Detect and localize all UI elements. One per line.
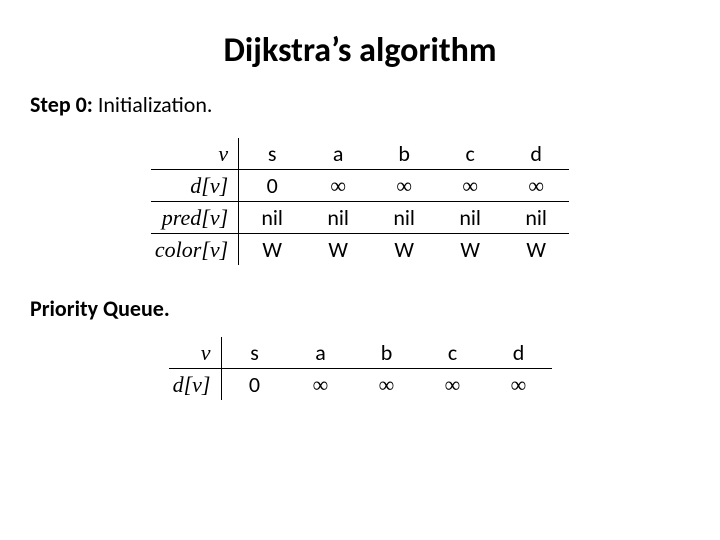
table-row: d[v] 0 ∞ ∞ ∞ ∞ xyxy=(169,369,552,401)
table-row: v s a b c d xyxy=(169,337,552,369)
col-header: b xyxy=(354,337,420,369)
init-table: v s a b c d d[v] 0 ∞ ∞ ∞ ∞ pred[v] nil n… xyxy=(151,138,569,265)
pq-table-wrap: v s a b c d d[v] 0 ∞ ∞ ∞ ∞ xyxy=(30,337,690,400)
page-title: Dijkstra’s algorithm xyxy=(30,30,690,71)
cell: W xyxy=(239,234,306,266)
cell: ∞ xyxy=(288,369,354,401)
table-row: color[v] W W W W W xyxy=(151,234,569,266)
cell: ∞ xyxy=(503,170,569,202)
table-row: v s a b c d xyxy=(151,138,569,170)
row-header: d[v] xyxy=(151,170,239,202)
cell: W xyxy=(305,234,371,266)
cell: W xyxy=(371,234,437,266)
col-header: s xyxy=(221,337,288,369)
cell: nil xyxy=(437,202,503,234)
step-label: Step 0: xyxy=(30,91,93,118)
cell: nil xyxy=(239,202,306,234)
row-header: d[v] xyxy=(169,369,222,401)
cell: 0 xyxy=(221,369,288,401)
slide: Dijkstra’s algorithm Step 0: Initializat… xyxy=(0,0,720,420)
cell: ∞ xyxy=(420,369,486,401)
cell: ∞ xyxy=(305,170,371,202)
col-header: c xyxy=(420,337,486,369)
table-row: pred[v] nil nil nil nil nil xyxy=(151,202,569,234)
cell: ∞ xyxy=(371,170,437,202)
col-header: a xyxy=(305,138,371,170)
cell: nil xyxy=(371,202,437,234)
row-header: color[v] xyxy=(151,234,239,266)
col-header: b xyxy=(371,138,437,170)
cell: 0 xyxy=(239,170,306,202)
step-text: Initialization. xyxy=(93,91,213,118)
cell: W xyxy=(503,234,569,266)
col-header: a xyxy=(288,337,354,369)
row-header: v xyxy=(151,138,239,170)
row-header: v xyxy=(169,337,222,369)
cell: ∞ xyxy=(486,369,552,401)
col-header: d xyxy=(503,138,569,170)
row-header: pred[v] xyxy=(151,202,239,234)
pq-table: v s a b c d d[v] 0 ∞ ∞ ∞ ∞ xyxy=(169,337,552,400)
cell: ∞ xyxy=(354,369,420,401)
init-table-wrap: v s a b c d d[v] 0 ∞ ∞ ∞ ∞ pred[v] nil n… xyxy=(30,138,690,265)
table-row: d[v] 0 ∞ ∞ ∞ ∞ xyxy=(151,170,569,202)
priority-queue-label: Priority Queue. xyxy=(30,295,690,322)
cell: nil xyxy=(503,202,569,234)
cell: ∞ xyxy=(437,170,503,202)
col-header: s xyxy=(239,138,306,170)
cell: W xyxy=(437,234,503,266)
col-header: c xyxy=(437,138,503,170)
cell: nil xyxy=(305,202,371,234)
col-header: d xyxy=(486,337,552,369)
step-line: Step 0: Initialization. xyxy=(30,91,690,118)
